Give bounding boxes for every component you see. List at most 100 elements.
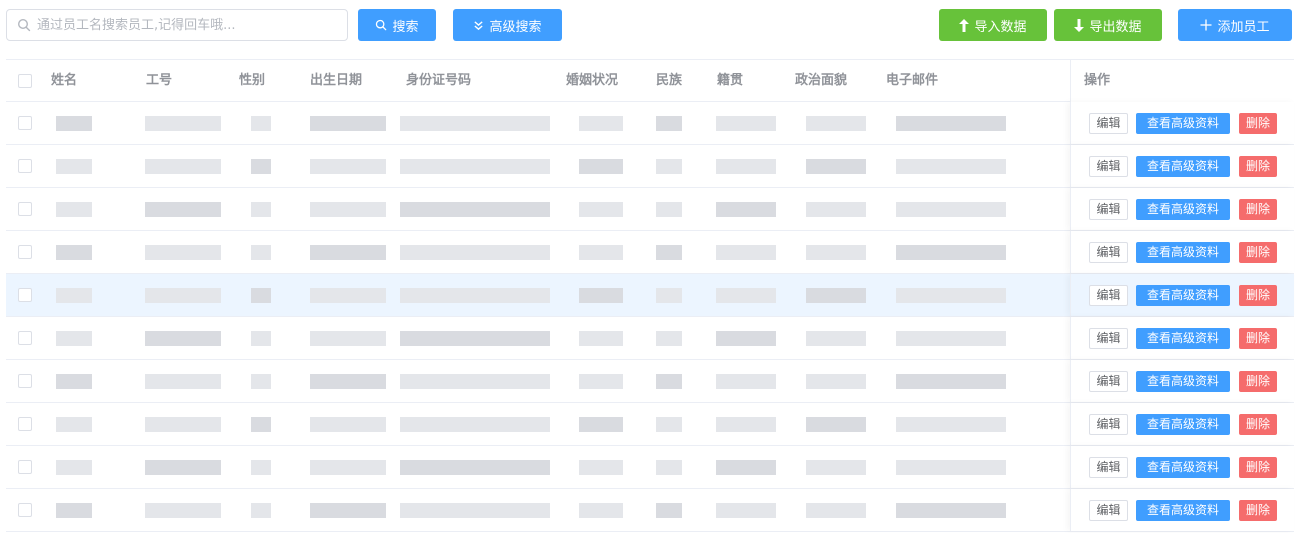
edit-button[interactable]: 编辑	[1089, 285, 1128, 306]
delete-button[interactable]: 删除	[1239, 457, 1277, 478]
view-advanced-info-button[interactable]: 查看高级资料	[1136, 457, 1230, 478]
table-row[interactable]: 编辑 查看高级资料 删除	[6, 446, 1294, 489]
view-advanced-info-button[interactable]: 查看高级资料	[1136, 242, 1230, 263]
edit-button[interactable]: 编辑	[1089, 500, 1128, 521]
row-checkbox[interactable]	[18, 331, 32, 345]
row-actions: 编辑 查看高级资料 删除	[1070, 274, 1294, 316]
column-header-political-status[interactable]: 政治面貌	[795, 60, 847, 102]
row-checkbox[interactable]	[18, 374, 32, 388]
edit-button[interactable]: 编辑	[1089, 156, 1128, 177]
redacted-cell	[896, 503, 1006, 518]
redacted-cell	[400, 288, 550, 303]
delete-button[interactable]: 删除	[1239, 371, 1277, 392]
table-row[interactable]: 编辑 查看高级资料 删除	[6, 102, 1294, 145]
search-input[interactable]	[37, 10, 342, 40]
view-advanced-info-button[interactable]: 查看高级资料	[1136, 371, 1230, 392]
view-advanced-info-button[interactable]: 查看高级资料	[1136, 328, 1230, 349]
column-header-id-number[interactable]: 身份证号码	[406, 60, 471, 102]
column-header-gender[interactable]: 性别	[239, 60, 265, 102]
redacted-cell	[579, 503, 623, 518]
employee-table: 姓名 工号 性别 出生日期 身份证号码 婚姻状况 民族 籍贯 政治面貌 电子邮件…	[6, 59, 1294, 533]
delete-button[interactable]: 删除	[1239, 199, 1277, 220]
redacted-cell	[579, 460, 623, 475]
upload-arrow-icon	[959, 18, 970, 32]
edit-button[interactable]: 编辑	[1089, 371, 1128, 392]
redacted-cell	[656, 159, 682, 174]
view-advanced-info-button[interactable]: 查看高级资料	[1136, 199, 1230, 220]
table-row[interactable]: 编辑 查看高级资料 删除	[6, 360, 1294, 403]
delete-button[interactable]: 删除	[1239, 414, 1277, 435]
add-employee-button-label: 添加员工	[1217, 19, 1270, 35]
redacted-cell	[251, 288, 271, 303]
delete-button[interactable]: 删除	[1239, 328, 1277, 349]
export-data-button[interactable]: 导出数据	[1054, 9, 1162, 41]
view-advanced-info-button[interactable]: 查看高级资料	[1136, 156, 1230, 177]
export-data-button-label: 导出数据	[1089, 19, 1142, 35]
redacted-cell	[579, 159, 623, 174]
redacted-cell	[400, 503, 550, 518]
redacted-cell	[896, 460, 1006, 475]
row-checkbox[interactable]	[18, 202, 32, 216]
row-checkbox[interactable]	[18, 417, 32, 431]
redacted-cell	[656, 417, 682, 432]
table-row[interactable]: 编辑 查看高级资料 删除	[6, 231, 1294, 274]
row-checkbox[interactable]	[18, 288, 32, 302]
column-header-employee-id[interactable]: 工号	[146, 60, 172, 102]
redacted-cell	[716, 417, 776, 432]
redacted-cell	[400, 245, 550, 260]
advanced-search-button[interactable]: 高级搜索	[453, 9, 562, 41]
search-box[interactable]	[6, 9, 348, 41]
row-actions: 编辑 查看高级资料 删除	[1070, 102, 1294, 144]
edit-button[interactable]: 编辑	[1089, 113, 1128, 134]
view-advanced-info-button[interactable]: 查看高级资料	[1136, 113, 1230, 134]
redacted-cell	[145, 503, 221, 518]
row-checkbox[interactable]	[18, 503, 32, 517]
redacted-cell	[56, 245, 92, 260]
redacted-cell	[400, 116, 550, 131]
redacted-cell	[310, 460, 386, 475]
table-row[interactable]: 编辑 查看高级资料 删除	[6, 403, 1294, 446]
edit-button[interactable]: 编辑	[1089, 328, 1128, 349]
edit-button[interactable]: 编辑	[1089, 242, 1128, 263]
delete-button[interactable]: 删除	[1239, 242, 1277, 263]
delete-button[interactable]: 删除	[1239, 500, 1277, 521]
column-header-native-place[interactable]: 籍贯	[717, 60, 743, 102]
view-advanced-info-button[interactable]: 查看高级资料	[1136, 500, 1230, 521]
redacted-cell	[56, 460, 92, 475]
view-advanced-info-button[interactable]: 查看高级资料	[1136, 285, 1230, 306]
row-checkbox[interactable]	[18, 460, 32, 474]
edit-button[interactable]: 编辑	[1089, 414, 1128, 435]
column-header-name[interactable]: 姓名	[51, 60, 77, 102]
delete-button[interactable]: 删除	[1239, 156, 1277, 177]
redacted-cell	[145, 460, 221, 475]
redacted-cell	[145, 417, 221, 432]
table-row[interactable]: 编辑 查看高级资料 删除	[6, 317, 1294, 360]
import-data-button[interactable]: 导入数据	[939, 9, 1047, 41]
row-checkbox[interactable]	[18, 245, 32, 259]
search-button[interactable]: 搜索	[358, 9, 436, 41]
add-employee-button[interactable]: 添加员工	[1178, 9, 1292, 41]
table-row[interactable]: 编辑 查看高级资料 删除	[6, 489, 1294, 532]
table-row[interactable]: 编辑 查看高级资料 删除	[6, 274, 1294, 317]
column-header-birth-date[interactable]: 出生日期	[310, 60, 362, 102]
download-arrow-icon	[1074, 18, 1085, 32]
edit-button[interactable]: 编辑	[1089, 457, 1128, 478]
column-header-email[interactable]: 电子邮件	[886, 60, 938, 102]
select-all-checkbox[interactable]	[18, 74, 32, 88]
delete-button[interactable]: 删除	[1239, 113, 1277, 134]
redacted-cell	[656, 503, 682, 518]
edit-button[interactable]: 编辑	[1089, 199, 1128, 220]
redacted-cell	[806, 245, 866, 260]
row-checkbox[interactable]	[18, 159, 32, 173]
redacted-cell	[806, 159, 866, 174]
table-row[interactable]: 编辑 查看高级资料 删除	[6, 188, 1294, 231]
table-row[interactable]: 编辑 查看高级资料 删除	[6, 145, 1294, 188]
column-header-ethnicity[interactable]: 民族	[656, 60, 682, 102]
view-advanced-info-button[interactable]: 查看高级资料	[1136, 414, 1230, 435]
redacted-cell	[145, 374, 221, 389]
column-header-marital-status[interactable]: 婚姻状况	[566, 60, 618, 102]
delete-button[interactable]: 删除	[1239, 285, 1277, 306]
redacted-cell	[579, 288, 623, 303]
row-checkbox[interactable]	[18, 116, 32, 130]
redacted-cell	[579, 417, 623, 432]
